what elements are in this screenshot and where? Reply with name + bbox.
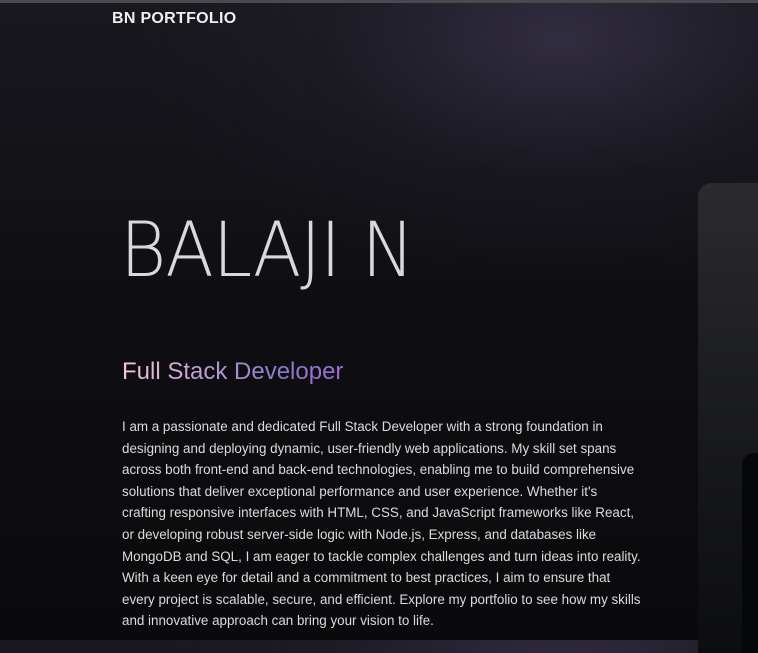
hero-title: Full Stack Developer — [122, 358, 344, 385]
profile-image — [698, 183, 758, 653]
top-border — [0, 0, 758, 3]
profile-silhouette — [742, 453, 758, 653]
brand-logo[interactable]: BN PORTFOLIO — [112, 10, 236, 28]
hero-description: I am a passionate and dedicated Full Sta… — [122, 419, 641, 629]
hero-name: BALAJI N — [120, 205, 415, 294]
